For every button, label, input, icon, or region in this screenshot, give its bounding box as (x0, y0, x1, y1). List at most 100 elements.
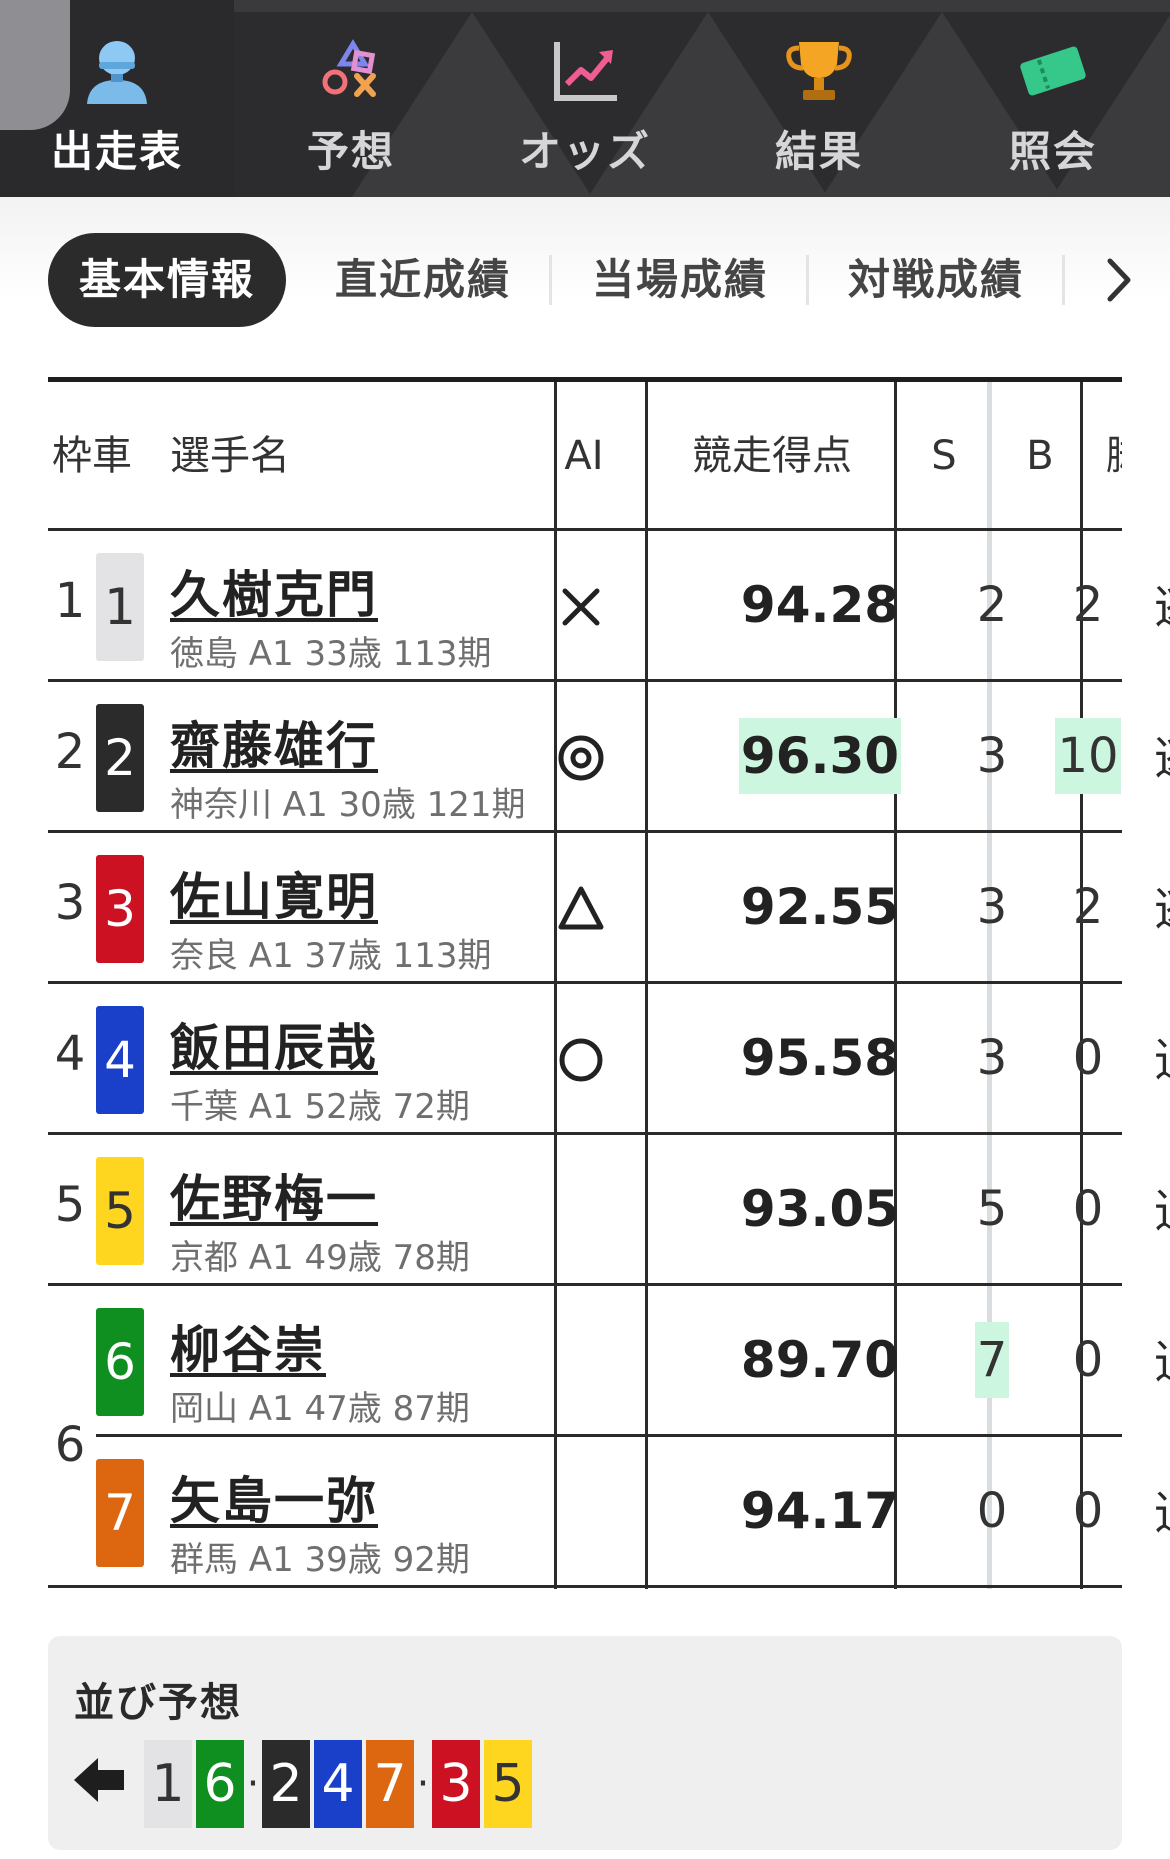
player-info: 奈良 A1 37歳 113期 (170, 936, 492, 976)
nav-item-inquiry[interactable]: 照会 (936, 0, 1170, 197)
ticket-icon (1020, 46, 1086, 96)
race-score: 93.05 (740, 1180, 900, 1238)
leg-type: 追 (1154, 1183, 1170, 1239)
player-info: 岡山 A1 47歳 87期 (170, 1389, 470, 1429)
b-count: 2 (1072, 577, 1104, 633)
player-name-link[interactable]: 久樹克門 (170, 555, 378, 627)
entry-table: 枠車 選手名 AI 競走得点 S B 脚 1 1 久樹克門 徳島 A1 33歳 … (48, 377, 1170, 1589)
leg-type: 逃 (1154, 730, 1170, 786)
nav-label: 照会 (1008, 127, 1097, 176)
top-navigation: 出走表 予想 オッズ 結果 照会 (0, 0, 1170, 197)
header-race-score: 競走得点 (692, 433, 852, 479)
b-count: 10 (1040, 716, 1136, 796)
race-score: 96.30 (697, 716, 943, 796)
table-row[interactable]: 4 4 飯田辰哉 千葉 A1 52歳 72期 95.58 3 0 追 (48, 984, 1170, 1135)
playstation-shapes-icon (322, 39, 376, 97)
player-info: 京都 A1 49歳 78期 (170, 1238, 470, 1278)
formation-car-badge: 4 (314, 1740, 362, 1828)
formation-car-badge: 5 (484, 1740, 532, 1828)
line-prediction-panel: 並び予想 1 6 · 2 4 7 · 3 5 (48, 1636, 1122, 1850)
nav-item-results[interactable]: 結果 (702, 0, 936, 197)
race-score: 89.70 (740, 1331, 900, 1389)
nav-label: 予想 (306, 127, 395, 176)
s-count: 3 (976, 879, 1008, 935)
player-info: 神奈川 A1 30歳 121期 (170, 785, 526, 825)
car-number-badge: 1 (96, 553, 144, 661)
b-count: 0 (1072, 1181, 1104, 1237)
formation-car-badge: 7 (366, 1740, 414, 1828)
tab-basic-info[interactable]: 基本情報 (48, 233, 286, 327)
formation-car-badge: 3 (432, 1740, 480, 1828)
nav-item-odds[interactable]: オッズ (468, 0, 702, 197)
chevron-right-icon[interactable] (1094, 255, 1144, 305)
header-ai: AI (564, 433, 604, 479)
tab-divider (1062, 255, 1065, 305)
header-s: S (931, 433, 957, 479)
header-b: B (1026, 433, 1054, 479)
b-count: 0 (1072, 1030, 1104, 1086)
car-number-badge: 4 (96, 1006, 144, 1114)
tab-divider (549, 255, 552, 305)
s-count: 3 (976, 1030, 1008, 1086)
s-count: 3 (976, 728, 1008, 784)
car-number-badge: 7 (96, 1459, 144, 1567)
tab-recent-results[interactable]: 直近成績 (335, 233, 511, 327)
tab-divider (806, 255, 809, 305)
header-frame-car: 枠車 (52, 433, 132, 479)
player-info: 千葉 A1 52歳 72期 (170, 1087, 470, 1127)
cross-mark-icon (562, 588, 600, 626)
frame-number: 4 (54, 1026, 86, 1082)
header-cut: 脚 (1106, 382, 1122, 530)
table-row[interactable]: 3 3 佐山寛明 奈良 A1 37歳 113期 92.55 3 2 逃 (48, 833, 1170, 984)
race-score: 94.28 (740, 576, 900, 634)
player-name-link[interactable]: 飯田辰哉 (170, 1008, 378, 1080)
arrow-left-icon (74, 1758, 124, 1802)
player-name-link[interactable]: 柳谷崇 (170, 1310, 326, 1382)
player-name-link[interactable]: 佐野梅一 (170, 1159, 378, 1231)
info-tabs: 基本情報 直近成績 当場成績 対戦成績 (0, 197, 1170, 367)
header-player-name: 選手名 (170, 433, 290, 479)
player-info: 徳島 A1 33歳 113期 (170, 634, 492, 674)
table-row[interactable]: 1 1 久樹克門 徳島 A1 33歳 113期 94.28 2 2 逃 (48, 531, 1170, 682)
s-count: 2 (976, 577, 1008, 633)
car-number-badge: 5 (96, 1157, 144, 1265)
tab-head-to-head[interactable]: 対戦成績 (848, 233, 1024, 327)
formation-car-badge: 2 (262, 1740, 310, 1828)
player-name-link[interactable]: 佐山寛明 (170, 857, 378, 929)
table-row[interactable]: 2 2 齋藤雄行 神奈川 A1 30歳 121期 96.30 3 10 逃 (48, 682, 1170, 833)
nav-label: 出走表 (50, 127, 183, 176)
formation-separator: · (416, 1761, 430, 1807)
leg-type: 追 (1154, 1032, 1170, 1088)
frame-number: 3 (54, 875, 86, 931)
line-prediction-title: 並び予想 (74, 1680, 242, 1726)
player-info: 群馬 A1 39歳 92期 (170, 1540, 470, 1580)
nav-item-entry-table[interactable]: 出走表 (0, 0, 234, 197)
trophy-icon (786, 42, 852, 100)
table-row[interactable]: 7 矢島一弥 群馬 A1 39歳 92期 94.17 0 0 追 (48, 1437, 1170, 1588)
leg-type: 逃 (1154, 881, 1170, 937)
leg-type: 逃 (1154, 579, 1170, 635)
rider-icon (87, 41, 147, 104)
player-name-link[interactable]: 齋藤雄行 (170, 706, 378, 778)
car-number-badge: 2 (96, 704, 144, 812)
formation-separator: · (246, 1761, 260, 1807)
car-number-badge: 6 (96, 1308, 144, 1416)
triangle-mark-icon (558, 886, 604, 930)
circle-mark-icon (559, 1038, 603, 1082)
trend-chart-icon (554, 42, 617, 101)
s-count: 5 (976, 1181, 1008, 1237)
race-score: 95.58 (740, 1029, 900, 1087)
formation-car-badge: 6 (196, 1740, 244, 1828)
s-count: 7 (944, 1320, 1040, 1400)
nav-label: オッズ (518, 127, 651, 176)
double-circle-mark-icon (558, 735, 604, 781)
s-count: 0 (976, 1483, 1008, 1539)
leg-type: 追 (1154, 1334, 1170, 1390)
tab-venue-results[interactable]: 当場成績 (592, 233, 768, 327)
nav-item-prediction[interactable]: 予想 (234, 0, 468, 197)
table-row[interactable]: 5 5 佐野梅一 京都 A1 49歳 78期 93.05 5 0 追 (48, 1135, 1170, 1286)
table-row[interactable]: 6 柳谷崇 岡山 A1 47歳 87期 89.70 7 0 追 (48, 1286, 1170, 1437)
b-count: 0 (1072, 1332, 1104, 1388)
frame-number: 2 (54, 724, 86, 780)
player-name-link[interactable]: 矢島一弥 (170, 1461, 378, 1533)
